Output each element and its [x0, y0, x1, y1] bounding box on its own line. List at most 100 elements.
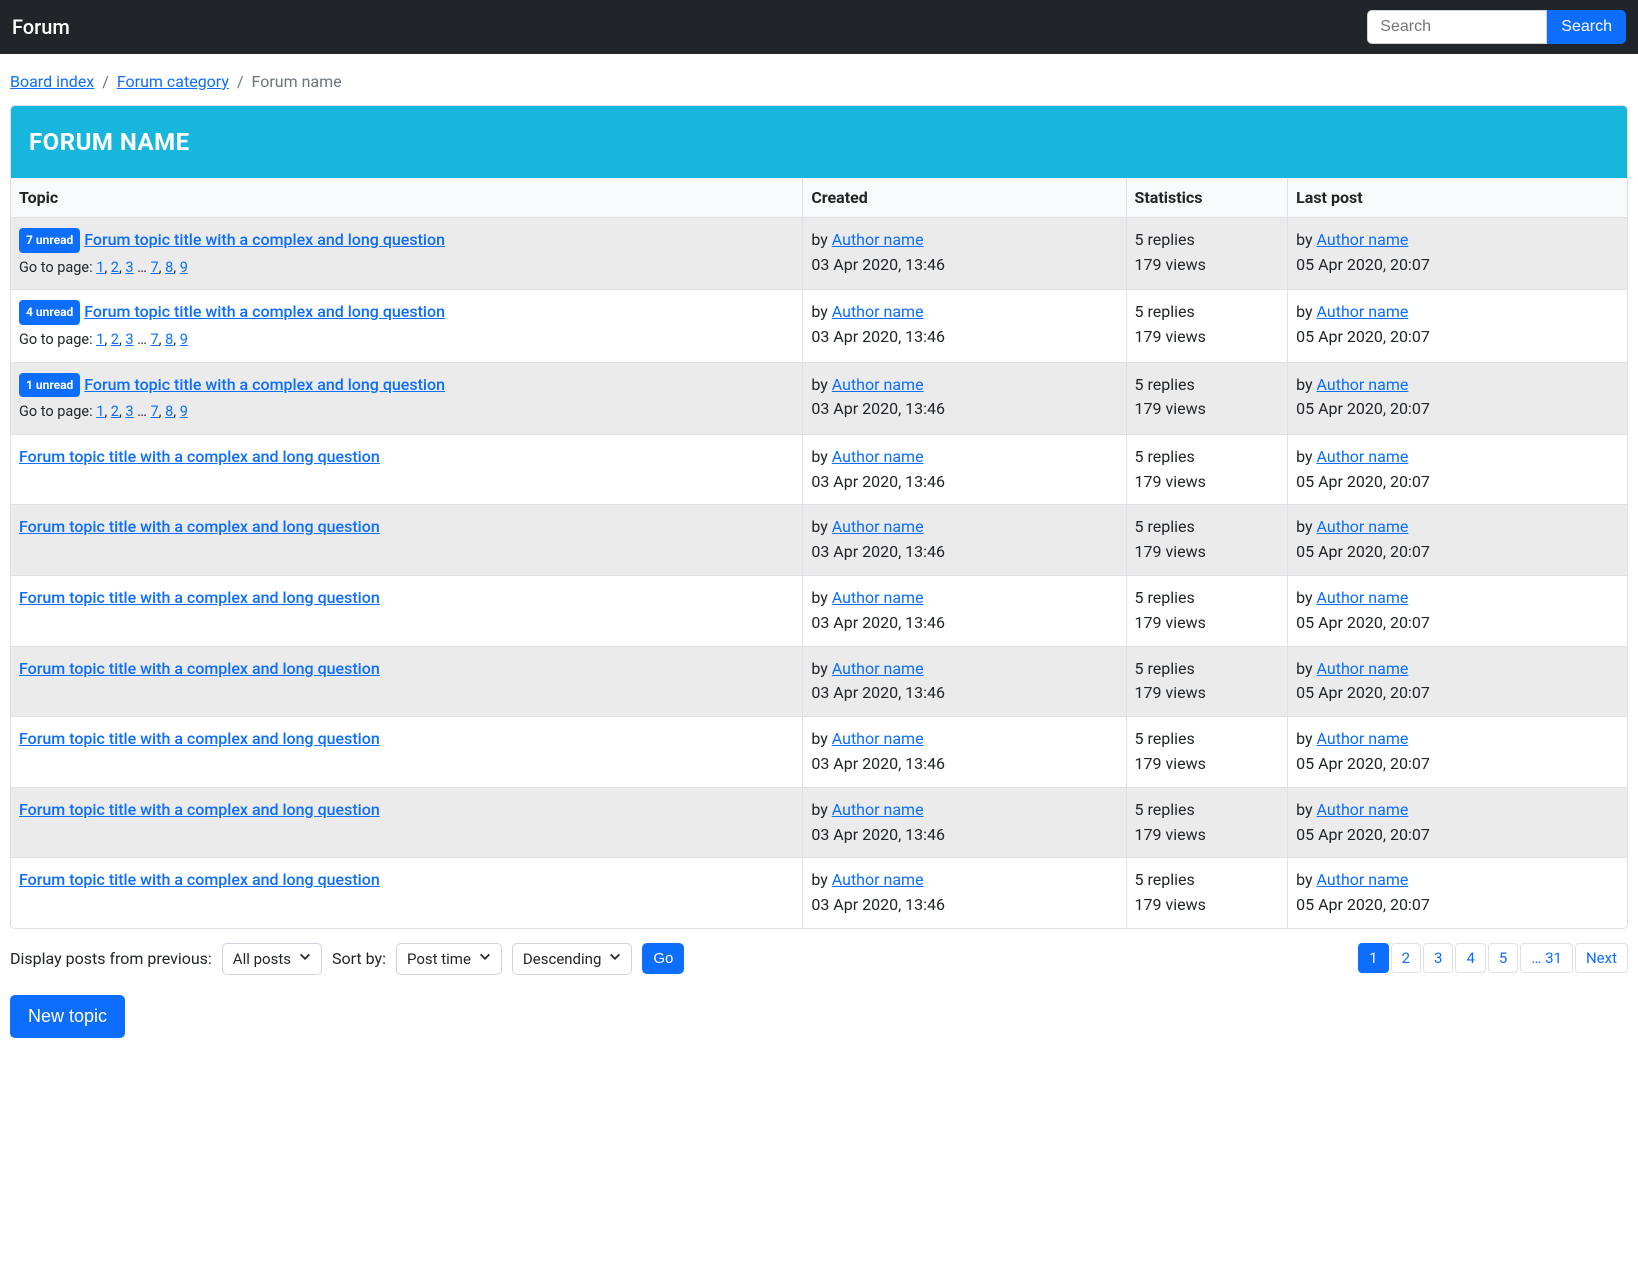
created-date: 03 Apr 2020, 13:46 [811, 399, 945, 418]
pager-link[interactable]: 3 [125, 403, 133, 420]
pager-link[interactable]: 3 [125, 259, 133, 276]
page-5[interactable]: 5 [1488, 943, 1518, 973]
breadcrumb-category[interactable]: Forum category [117, 72, 229, 91]
topic-link[interactable]: Forum topic title with a complex and lon… [84, 302, 445, 321]
author-link[interactable]: Author name [1317, 729, 1409, 748]
author-link[interactable]: Author name [832, 729, 924, 748]
pager-link[interactable]: 2 [111, 331, 119, 348]
author-link[interactable]: Author name [1317, 375, 1409, 394]
pager-link[interactable]: 8 [165, 331, 173, 348]
author-link[interactable]: Author name [832, 302, 924, 321]
filter-controls: Display posts from previous: All posts S… [10, 943, 684, 975]
table-row: Forum topic title with a complex and lon… [11, 646, 1627, 717]
pager-link[interactable]: 7 [150, 403, 158, 420]
table-row: Forum topic title with a complex and lon… [11, 858, 1627, 928]
author-link[interactable]: Author name [832, 800, 924, 819]
author-link[interactable]: Author name [832, 230, 924, 249]
topic-link[interactable]: Forum topic title with a complex and lon… [19, 588, 380, 607]
stats-cell: 5 replies179 views [1126, 858, 1288, 928]
stats-cell: 5 replies179 views [1126, 646, 1288, 717]
chevron-down-icon [478, 949, 492, 967]
go-button[interactable]: Go [642, 943, 684, 974]
created-cell: by Author name03 Apr 2020, 13:46 [803, 218, 1126, 290]
author-link[interactable]: Author name [832, 870, 924, 889]
col-stats: Statistics [1126, 178, 1288, 218]
pager-link[interactable]: 8 [165, 259, 173, 276]
topic-cell: Forum topic title with a complex and lon… [11, 858, 803, 928]
search-button[interactable]: Search [1547, 10, 1626, 44]
pager-link[interactable]: 2 [111, 259, 119, 276]
page-1[interactable]: 1 [1358, 943, 1388, 973]
pagination: 12345… 31Next [1358, 943, 1628, 973]
last-date: 05 Apr 2020, 20:07 [1296, 754, 1430, 773]
display-select[interactable]: All posts [222, 943, 322, 975]
topic-pager: Go to page: 1, 2, 3 … 7, 8, 9 [19, 401, 794, 423]
author-link[interactable]: Author name [1317, 870, 1409, 889]
topic-link[interactable]: Forum topic title with a complex and lon… [19, 659, 380, 678]
new-topic-button[interactable]: New topic [10, 995, 125, 1038]
topic-link[interactable]: Forum topic title with a complex and lon… [19, 729, 380, 748]
last-date: 05 Apr 2020, 20:07 [1296, 895, 1430, 914]
topic-link[interactable]: Forum topic title with a complex and lon… [19, 800, 380, 819]
breadcrumb-board-index[interactable]: Board index [10, 72, 94, 91]
author-link[interactable]: Author name [1317, 517, 1409, 536]
replies-count: 5 replies [1135, 515, 1280, 540]
last-date: 05 Apr 2020, 20:07 [1296, 327, 1430, 346]
pager-link[interactable]: 7 [150, 331, 158, 348]
last-post-cell: by Author name05 Apr 2020, 20:07 [1288, 575, 1627, 646]
created-cell: by Author name03 Apr 2020, 13:46 [803, 717, 1126, 788]
topic-link[interactable]: Forum topic title with a complex and lon… [19, 870, 380, 889]
page-3[interactable]: 3 [1423, 943, 1453, 973]
author-link[interactable]: Author name [832, 517, 924, 536]
pager-link[interactable]: 2 [111, 403, 119, 420]
author-link[interactable]: Author name [1317, 659, 1409, 678]
page-next[interactable]: Next [1575, 943, 1628, 973]
replies-count: 5 replies [1135, 228, 1280, 253]
topic-pager: Go to page: 1, 2, 3 … 7, 8, 9 [19, 257, 794, 279]
author-link[interactable]: Author name [832, 659, 924, 678]
stats-cell: 5 replies179 views [1126, 505, 1288, 576]
stats-cell: 5 replies179 views [1126, 362, 1288, 434]
created-cell: by Author name03 Apr 2020, 13:46 [803, 858, 1126, 928]
topic-link[interactable]: Forum topic title with a complex and lon… [19, 447, 380, 466]
author-link[interactable]: Author name [832, 375, 924, 394]
last-post-cell: by Author name05 Apr 2020, 20:07 [1288, 218, 1627, 290]
topic-cell: Forum topic title with a complex and lon… [11, 787, 803, 858]
breadcrumb-sep: / [102, 72, 109, 91]
topic-link[interactable]: Forum topic title with a complex and lon… [84, 375, 445, 394]
topic-link[interactable]: Forum topic title with a complex and lon… [19, 517, 380, 536]
pager-link[interactable]: 9 [180, 403, 188, 420]
table-row: 7 unread Forum topic title with a comple… [11, 218, 1627, 290]
author-link[interactable]: Author name [1317, 588, 1409, 607]
topic-link[interactable]: Forum topic title with a complex and lon… [84, 230, 445, 249]
views-count: 179 views [1135, 397, 1280, 422]
sort-value: Post time [407, 950, 471, 968]
search-input[interactable] [1367, 10, 1547, 44]
author-link[interactable]: Author name [1317, 447, 1409, 466]
author-link[interactable]: Author name [1317, 800, 1409, 819]
pager-link[interactable]: 8 [165, 403, 173, 420]
pager-link[interactable]: 1 [96, 259, 104, 276]
sort-select[interactable]: Post time [396, 943, 502, 975]
pager-link[interactable]: 7 [150, 259, 158, 276]
order-select[interactable]: Descending [512, 943, 632, 975]
pager-link[interactable]: 9 [180, 259, 188, 276]
author-link[interactable]: Author name [1317, 230, 1409, 249]
brand-link[interactable]: Forum [12, 15, 70, 39]
author-link[interactable]: Author name [832, 588, 924, 607]
replies-count: 5 replies [1135, 373, 1280, 398]
breadcrumb-sep: / [237, 72, 244, 91]
page-4[interactable]: 4 [1455, 943, 1485, 973]
pager-link[interactable]: 1 [96, 331, 104, 348]
pager-link[interactable]: 9 [180, 331, 188, 348]
topic-cell: 7 unread Forum topic title with a comple… [11, 218, 803, 290]
page-2[interactable]: 2 [1391, 943, 1421, 973]
pager-link[interactable]: 3 [125, 331, 133, 348]
author-link[interactable]: Author name [832, 447, 924, 466]
page-ellipsis[interactable]: … 31 [1520, 943, 1573, 973]
author-link[interactable]: Author name [1317, 302, 1409, 321]
pager-link[interactable]: 1 [96, 403, 104, 420]
views-count: 179 views [1135, 470, 1280, 495]
unread-badge: 1 unread [19, 373, 80, 398]
table-row: Forum topic title with a complex and lon… [11, 717, 1627, 788]
